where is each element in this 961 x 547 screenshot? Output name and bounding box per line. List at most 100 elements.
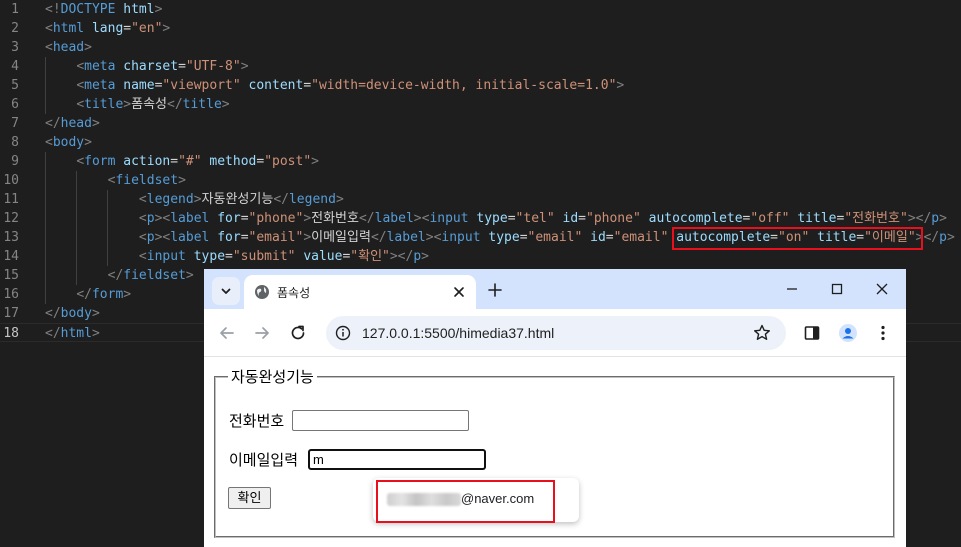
info-icon[interactable] — [335, 325, 351, 341]
code-token: > — [162, 21, 171, 36]
code-line[interactable]: 3 <head> — [0, 38, 961, 57]
code-token: label — [374, 211, 414, 226]
phone-input[interactable] — [292, 410, 469, 431]
code-token: title — [84, 97, 124, 112]
code-token: 이메일입력 — [311, 230, 371, 245]
code-token: for — [217, 211, 241, 226]
code-token: >< — [154, 230, 171, 245]
code-token: </ — [45, 116, 61, 131]
code-token: > — [303, 230, 312, 245]
code-token: > — [178, 173, 186, 188]
code-token: body — [52, 135, 85, 150]
code-token: >< — [425, 230, 442, 245]
reload-icon[interactable] — [288, 323, 308, 343]
code-token: > — [193, 192, 202, 207]
autofill-highlight-box — [376, 480, 555, 523]
code-token: > — [240, 59, 249, 74]
tab-title: 폼속성 — [277, 286, 311, 300]
code-token: = — [578, 211, 586, 226]
address-bar[interactable]: 127.0.0.1:5500/himedia37.html — [326, 316, 786, 350]
code-line[interactable]: 4 <meta charset="UTF-8"> — [0, 57, 961, 76]
star-icon[interactable] — [752, 323, 772, 343]
code-token: input — [441, 230, 481, 245]
code-token: < — [76, 97, 85, 112]
forward-arrow-icon[interactable] — [252, 323, 272, 343]
code-line[interactable]: 1 <!DOCTYPE html> — [0, 0, 961, 19]
code-line[interactable]: 2 <html lang="en"> — [0, 19, 961, 38]
tab-search-button[interactable] — [212, 277, 240, 305]
code-line[interactable]: 7 </head> — [0, 114, 961, 133]
more-vert-icon[interactable] — [873, 323, 893, 343]
line-number: 4 — [11, 59, 19, 74]
code-text: <p><label for="phone">전화번호</label><input… — [45, 209, 947, 228]
line-number: 6 — [11, 97, 19, 112]
code-token: id — [562, 211, 579, 226]
code-token: fieldset — [115, 173, 179, 188]
plus-icon[interactable] — [486, 281, 504, 299]
side-panel-icon[interactable] — [802, 323, 822, 343]
code-token: < — [138, 249, 147, 264]
code-token: label — [170, 211, 210, 226]
code-line[interactable]: 9 <form action="#" method="post"> — [0, 152, 961, 171]
code-line[interactable]: 6 <title>폼속성</title> — [0, 95, 961, 114]
code-line[interactable]: 10 <fieldset> — [0, 171, 961, 190]
code-token: form — [84, 154, 116, 169]
code-token: p — [939, 230, 947, 245]
code-token: head — [60, 116, 92, 131]
code-text: <form action="#" method="post"> — [45, 152, 319, 171]
code-line[interactable]: 5 <meta name="viewport" content="width=d… — [0, 76, 961, 95]
code-token: >< — [154, 211, 171, 226]
code-token: head — [52, 40, 85, 55]
code-text: </html> — [45, 324, 100, 343]
code-token: > — [185, 268, 194, 283]
code-text: <meta charset="UTF-8"> — [45, 57, 249, 76]
email-input[interactable] — [308, 449, 486, 470]
code-token: legend — [146, 192, 194, 207]
code-text: <fieldset> — [45, 171, 186, 190]
submit-button[interactable]: 확인 — [228, 487, 271, 509]
code-token: type — [193, 249, 226, 264]
email-label[interactable]: 이메일입력 — [229, 449, 298, 470]
code-token: = — [240, 230, 249, 245]
code-token: "en" — [131, 21, 163, 36]
code-text: <meta name="viewport" content="width=dev… — [45, 76, 624, 95]
code-token: > — [84, 135, 92, 150]
browser-tab[interactable]: 폼속성 — [244, 275, 476, 309]
code-line[interactable]: 8 <body> — [0, 133, 961, 152]
code-token: = — [303, 78, 312, 93]
maximize-icon[interactable] — [827, 279, 847, 299]
code-line[interactable]: 11 <legend>자동완성기능</legend> — [0, 190, 961, 209]
code-token: </ — [76, 287, 92, 302]
code-token: </ — [107, 268, 124, 283]
phone-label[interactable]: 전화번호 — [229, 410, 284, 431]
line-number: 13 — [3, 230, 19, 245]
close-icon[interactable] — [450, 283, 468, 301]
code-token: = — [605, 230, 614, 245]
code-token: </ — [358, 211, 375, 226]
code-token: "확인" — [350, 249, 390, 264]
profile-icon[interactable] — [838, 323, 858, 343]
window-close-icon[interactable] — [872, 279, 892, 299]
code-token: action — [123, 154, 171, 169]
url-text: 127.0.0.1:5500/himedia37.html — [362, 325, 555, 341]
back-arrow-icon[interactable] — [217, 323, 237, 343]
code-token: < — [45, 40, 53, 55]
code-token: label — [386, 230, 426, 245]
code-token: input — [429, 211, 469, 226]
code-line[interactable]: 12 <p><label for="phone">전화번호</label><in… — [0, 209, 961, 228]
minimize-icon[interactable] — [782, 279, 802, 299]
line-number: 17 — [3, 306, 19, 321]
code-token: > — [123, 287, 132, 302]
code-token: lang — [91, 21, 124, 36]
code-token: > — [946, 230, 955, 245]
code-token: id — [590, 230, 606, 245]
code-token: > — [335, 192, 344, 207]
code-token: 전화번호 — [311, 211, 359, 226]
